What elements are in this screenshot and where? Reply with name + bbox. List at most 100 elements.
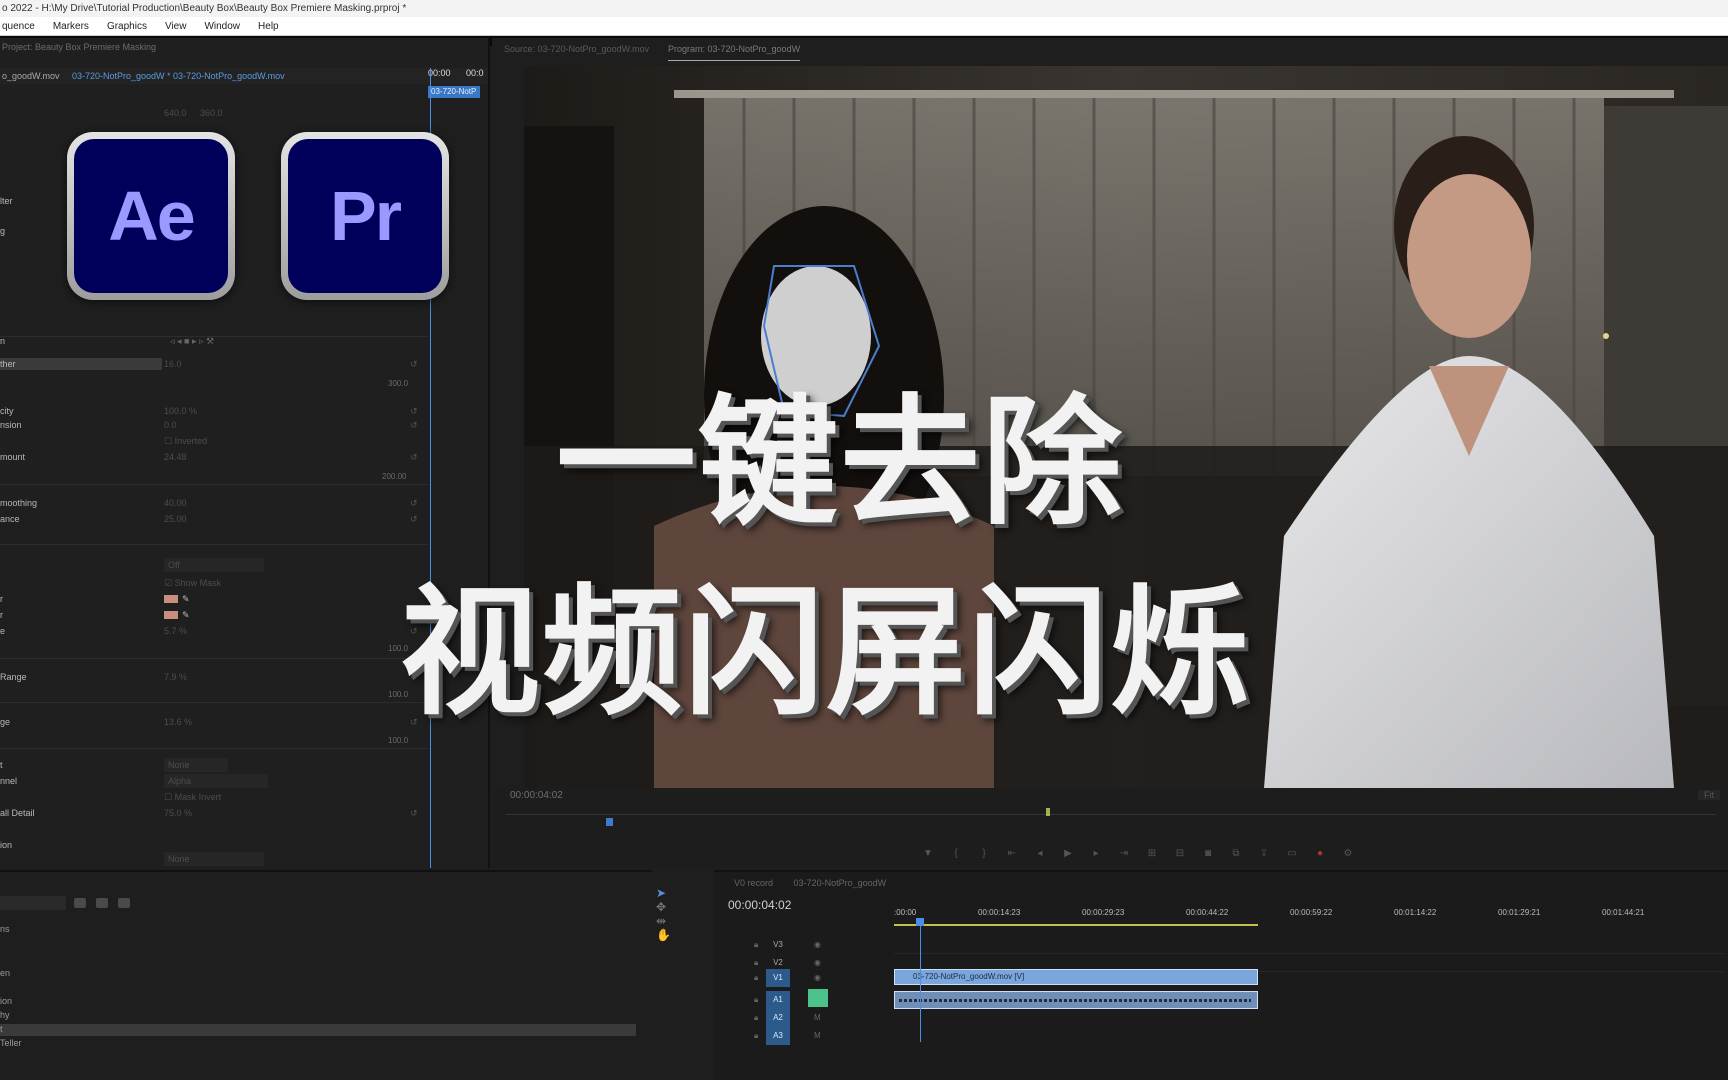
position-y[interactable]: 360.0	[200, 106, 223, 120]
ec-row-value[interactable]: 40.00	[164, 496, 187, 510]
mode-dropdown[interactable]: Off	[164, 558, 264, 572]
vr-icon[interactable]: ▭	[1286, 848, 1298, 859]
ec-row[interactable]: city 100.0 % ↺	[0, 404, 428, 418]
go-to-out-icon[interactable]: ⇥	[1118, 848, 1130, 859]
reset-icon[interactable]: ↺	[410, 450, 418, 464]
track-label[interactable]: V1	[766, 969, 790, 987]
export-icon[interactable]: ⇪	[1258, 848, 1270, 859]
ec-row-showmask[interactable]: ☑ Show Mask	[0, 576, 428, 590]
project-tab[interactable]: Project: Beauty Box Premiere Masking	[2, 42, 156, 52]
lock-icon[interactable]: 🔒︎	[754, 995, 758, 1005]
eyedropper-icon[interactable]: ✎	[182, 608, 190, 622]
program-timecode[interactable]: 00:00:04:02	[510, 790, 563, 801]
ec-row-value[interactable]: 100.0 %	[164, 404, 197, 418]
ec-row-dropdown[interactable]: Off	[0, 558, 428, 572]
ec-row-feather[interactable]: ther 16.0 ↺	[0, 357, 428, 371]
record-icon[interactable]: ●	[1314, 848, 1326, 859]
mask-transport-icons[interactable]: ◃ ◂ ■ ▸ ▹ ⚒	[170, 334, 214, 348]
timeline-tab-active[interactable]: 03-720-NotPro_goodW	[794, 878, 887, 888]
render-dropdown[interactable]: None	[164, 852, 264, 866]
insert-icon[interactable]: ⊞	[1146, 848, 1158, 859]
menu-sequence[interactable]: quence	[2, 17, 35, 35]
reset-icon[interactable]: ↺	[410, 357, 418, 371]
ec-row[interactable]: nsion 0.0 ↺	[0, 418, 428, 432]
ripple-edit-icon[interactable]: ⇹	[656, 914, 686, 928]
eyedropper-icon[interactable]: ✎	[182, 592, 190, 606]
inverted-checkbox[interactable]: ☐ Inverted	[164, 434, 207, 448]
eye-icon[interactable]: ◉	[814, 973, 821, 982]
reset-icon[interactable]: ↺	[410, 806, 418, 820]
ec-row-value[interactable]: 25.00	[164, 512, 187, 526]
ec-row[interactable]: ge 13.6 % ↺	[0, 715, 428, 729]
list-item[interactable]: Teller	[0, 1038, 22, 1048]
list-item[interactable]: en	[0, 968, 10, 978]
mark-in-icon[interactable]: {	[950, 848, 962, 859]
clip-name[interactable]: o_goodW.mov	[0, 71, 60, 81]
menu-graphics[interactable]: Graphics	[107, 17, 147, 35]
eye-icon[interactable]: ◉	[814, 940, 821, 949]
menu-markers[interactable]: Markers	[53, 17, 89, 35]
list-item[interactable]: t	[0, 1024, 3, 1034]
position-x[interactable]: 640.0	[164, 106, 187, 120]
mini-timeline-clip[interactable]: 03-720-NotP	[428, 86, 480, 98]
ec-row-value[interactable]: 16.0	[164, 357, 182, 371]
overwrite-icon[interactable]: ⊟	[1174, 848, 1186, 859]
project-search-input[interactable]	[0, 896, 66, 910]
track-label[interactable]: A3	[766, 1027, 790, 1045]
ec-row-value[interactable]: 7.9 %	[164, 670, 187, 684]
track-label[interactable]: V3	[766, 936, 790, 954]
selected-list-row[interactable]	[0, 1024, 636, 1036]
lock-icon[interactable]: 🔒︎	[754, 973, 758, 983]
bin-icon[interactable]	[74, 898, 86, 908]
menu-view[interactable]: View	[165, 17, 187, 35]
ec-row-inverted[interactable]: ☐ Inverted	[0, 434, 428, 448]
ec-row-value[interactable]: 5.7 %	[164, 624, 187, 638]
track-label[interactable]: A1	[766, 991, 790, 1009]
selection-tool-icon[interactable]: ➤	[656, 886, 686, 900]
track-select-icon[interactable]: ✥	[656, 900, 686, 914]
go-to-in-icon[interactable]: ⇤	[1006, 848, 1018, 859]
timeline-tab[interactable]: V0 record	[734, 878, 773, 888]
lock-icon[interactable]: 🔒︎	[754, 1031, 758, 1041]
monitor-marker[interactable]	[1046, 808, 1050, 816]
bin-icon[interactable]	[118, 898, 130, 908]
ec-row[interactable]: ance 25.00 ↺	[0, 512, 428, 526]
reset-icon[interactable]: ↺	[410, 418, 418, 432]
audio-clip[interactable]	[894, 991, 1258, 1009]
color-swatch[interactable]	[164, 611, 178, 619]
tab-source[interactable]: Source: 03-720-NotPro_goodW.mov	[504, 38, 649, 60]
lock-icon[interactable]: 🔒︎	[754, 940, 758, 950]
sequence-selector[interactable]: 03-720-NotPro_goodW * 03-720-NotPro_good…	[72, 68, 285, 84]
work-area-bar[interactable]	[894, 924, 1258, 926]
tab-program[interactable]: Program: 03-720-NotPro_goodW	[668, 38, 801, 61]
add-marker-icon[interactable]: ▼	[922, 848, 934, 859]
mute-icon[interactable]: M	[814, 1013, 821, 1022]
track-label[interactable]: A2	[766, 1009, 790, 1027]
ec-row-maskinvert[interactable]: ☐ Mask Invert	[0, 790, 428, 804]
ec-row-value[interactable]: 0.0	[164, 418, 177, 432]
mask-invert-checkbox[interactable]: ☐ Mask Invert	[164, 790, 221, 804]
channel-dropdown[interactable]: Alpha	[164, 774, 268, 788]
video-clip[interactable]: 03-720-NotPro_goodW.mov [V]	[894, 969, 1258, 985]
ec-row-color[interactable]: r ✎	[0, 592, 428, 606]
show-mask-checkbox[interactable]: ☑ Show Mask	[164, 576, 221, 590]
ec-row-value[interactable]: 24.48	[164, 450, 187, 464]
list-item[interactable]: ion	[0, 996, 12, 1006]
reset-icon[interactable]: ↺	[410, 404, 418, 418]
step-forward-icon[interactable]: ▸	[1090, 848, 1102, 859]
ec-row[interactable]: all Detail 75.0 % ↺	[0, 806, 428, 820]
fit-dropdown[interactable]: Fit	[1698, 790, 1720, 800]
ec-row[interactable]: moothing 40.00 ↺	[0, 496, 428, 510]
camera-icon[interactable]: ◙	[1202, 848, 1214, 859]
eye-icon[interactable]: ◉	[814, 958, 821, 967]
list-item[interactable]: ns	[0, 924, 10, 934]
timeline-timecode[interactable]: 00:00:04:02	[728, 898, 791, 912]
ec-row[interactable]: Range 7.9 % ↺	[0, 670, 428, 684]
ec-row-value[interactable]: 75.0 %	[164, 806, 192, 820]
mute-icon[interactable]: M	[814, 1031, 821, 1040]
ec-row[interactable]: mount 24.48 ↺	[0, 450, 428, 464]
mark-out-icon[interactable]: }	[978, 848, 990, 859]
reset-icon[interactable]: ↺	[410, 512, 418, 526]
list-item[interactable]: hy	[0, 1010, 10, 1020]
settings-icon[interactable]: ⚙	[1342, 848, 1354, 859]
